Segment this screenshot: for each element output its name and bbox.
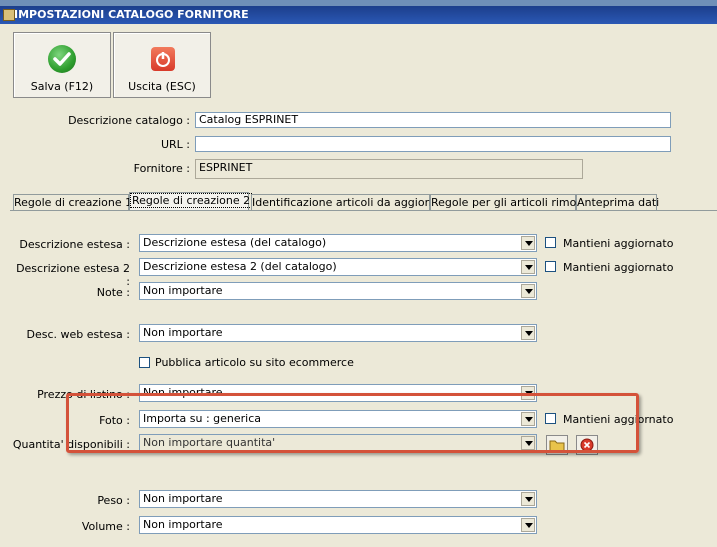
note-label: Note : [96, 286, 130, 299]
tab-articoli-rimossi[interactable]: Regole per gli articoli rimossi [430, 194, 591, 211]
tab-label: Regole di creazione 1 [14, 196, 133, 209]
tab-label: Anteprima dati [577, 196, 660, 209]
chevron-down-icon[interactable] [521, 326, 535, 340]
web-select[interactable]: Non importare [139, 324, 537, 342]
web-label: Desc. web estesa : [26, 328, 130, 341]
select-value: Descrizione estesa (del catalogo) [143, 236, 327, 249]
fornitore-field: ESPRINET [195, 159, 583, 179]
descr-estesa2-keep-checkbox[interactable] [545, 261, 556, 272]
descr-estesa-select[interactable]: Descrizione estesa (del catalogo) [139, 234, 537, 252]
volume-label: Volume : [81, 520, 130, 533]
descrizione-input[interactable]: Catalog ESPRINET [195, 112, 671, 128]
exit-button[interactable]: Uscita (ESC) [113, 32, 211, 98]
chevron-down-icon[interactable] [521, 284, 535, 298]
tab-anteprima-dati[interactable]: Anteprima dati [576, 194, 660, 211]
chevron-down-icon[interactable] [521, 492, 535, 506]
fornitore-label: Fornitore : [133, 162, 190, 175]
exit-button-label: Uscita (ESC) [128, 80, 196, 93]
tab-identificazione-articoli[interactable]: Identificazione articoli da aggiornare [251, 194, 454, 211]
note-select[interactable]: Non importare [139, 282, 537, 300]
save-button[interactable]: Salva (F12) [13, 32, 111, 98]
window-title: IMPOSTAZIONI CATALOGO FORNITORE [14, 8, 249, 21]
power-icon [151, 47, 175, 71]
chevron-down-icon[interactable] [521, 518, 535, 532]
descr-estesa2-keep-label: Mantieni aggiornato [563, 261, 674, 274]
descrizione-label: Descrizione catalogo : [68, 114, 190, 127]
select-value: Non importare [143, 492, 223, 505]
url-label: URL : [160, 138, 190, 151]
toolbar: Salva (F12) Uscita (ESC) [0, 24, 717, 100]
descr-estesa-keep-label: Mantieni aggiornato [563, 237, 674, 250]
select-value: Non importare [143, 326, 223, 339]
tab-regole-creazione-1[interactable]: Regole di creazione 1 [13, 194, 133, 211]
title-bar: IMPOSTAZIONI CATALOGO FORNITORE [0, 6, 717, 24]
chevron-down-icon[interactable] [521, 236, 535, 250]
save-button-label: Salva (F12) [30, 80, 94, 93]
select-value: Descrizione estesa 2 (del catalogo) [143, 260, 337, 273]
select-value: Non importare [143, 518, 223, 531]
volume-select[interactable]: Non importare [139, 516, 537, 534]
highlight-annotation [66, 393, 639, 453]
tab-regole-creazione-2[interactable]: Regole di creazione 2 [129, 192, 253, 211]
tab-label: Identificazione articoli da aggiornare [252, 196, 454, 209]
checkmark-icon [48, 45, 76, 73]
descr-estesa-keep-checkbox[interactable] [545, 237, 556, 248]
peso-select[interactable]: Non importare [139, 490, 537, 508]
tab-label: Regole di creazione 2 [130, 193, 253, 208]
tab-label: Regole per gli articoli rimossi [431, 196, 591, 209]
descr-estesa2-label: Descrizione estesa 2 : [16, 262, 130, 288]
chevron-down-icon[interactable] [521, 260, 535, 274]
pubblica-checkbox[interactable] [139, 357, 150, 368]
tab-divider [10, 210, 717, 211]
descr-estesa-label: Descrizione estesa : [19, 238, 130, 251]
pubblica-label: Pubblica articolo su sito ecommerce [155, 356, 354, 369]
descr-estesa2-select[interactable]: Descrizione estesa 2 (del catalogo) [139, 258, 537, 276]
select-value: Non importare [143, 284, 223, 297]
peso-label: Peso : [97, 494, 130, 507]
url-input[interactable] [195, 136, 671, 152]
